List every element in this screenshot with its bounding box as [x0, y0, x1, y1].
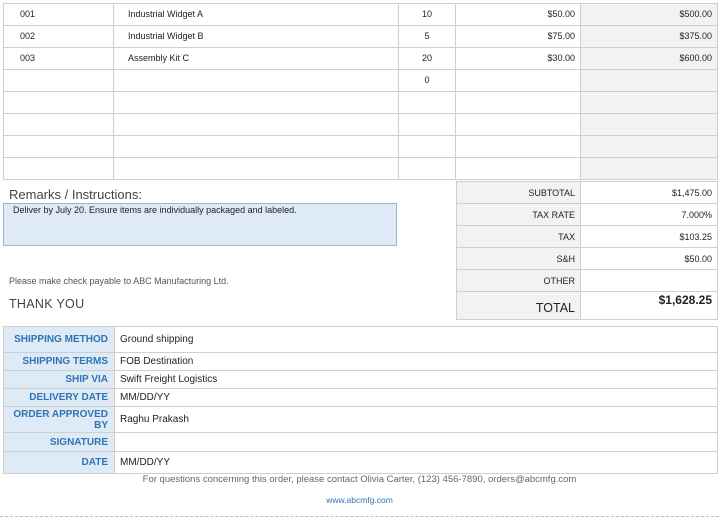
- quantity-cell[interactable]: [398, 91, 456, 114]
- date-value[interactable]: MM/DD/YY: [114, 451, 718, 474]
- ship-via-label: SHIP VIA: [3, 370, 115, 389]
- quantity-cell[interactable]: [398, 113, 456, 136]
- unit-price-cell[interactable]: [455, 157, 581, 180]
- delivery-date-row: DELIVERY DATE MM/DD/YY: [3, 388, 718, 407]
- quantity-cell[interactable]: 5: [398, 25, 456, 48]
- order-approved-value[interactable]: Raghu Prakash: [114, 406, 718, 433]
- line-items-table: 001 Industrial Widget A 10 $50.00 $500.00 002…: [3, 3, 718, 180]
- table-row: 002 Industrial Widget B 5 $75.00 $375.00: [3, 25, 718, 48]
- ship-via-value[interactable]: Swift Freight Logistics: [114, 370, 718, 389]
- signature-label: SIGNATURE: [3, 432, 115, 452]
- tax-rate-row: TAX RATE 7.000%: [456, 203, 718, 226]
- tax-label: TAX: [456, 225, 581, 248]
- item-number-cell[interactable]: [3, 91, 114, 114]
- sh-row: S&H $50.00: [456, 247, 718, 270]
- signature-value[interactable]: [114, 432, 718, 452]
- item-number-cell[interactable]: [3, 157, 114, 180]
- total-label: TOTAL: [456, 291, 581, 320]
- tax-rate-value[interactable]: 7.000%: [580, 203, 718, 226]
- line-total-cell: [580, 91, 718, 114]
- line-total-cell: $375.00: [580, 25, 718, 48]
- totals-table: SUBTOTAL $1,475.00 TAX RATE 7.000% TAX $…: [456, 181, 718, 320]
- total-value: $1,628.25: [580, 291, 718, 320]
- description-cell[interactable]: [113, 113, 399, 136]
- item-number-cell[interactable]: [3, 113, 114, 136]
- delivery-date-value[interactable]: MM/DD/YY: [114, 388, 718, 407]
- tax-rate-label: TAX RATE: [456, 203, 581, 226]
- item-number-cell[interactable]: [3, 135, 114, 158]
- ship-via-row: SHIP VIA Swift Freight Logistics: [3, 370, 718, 389]
- delivery-date-label: DELIVERY DATE: [3, 388, 115, 407]
- shipping-terms-label: SHIPPING TERMS: [3, 352, 115, 371]
- total-row: TOTAL $1,628.25: [456, 291, 718, 320]
- date-row: DATE MM/DD/YY: [3, 451, 718, 474]
- unit-price-cell[interactable]: [455, 113, 581, 136]
- table-row: [3, 113, 718, 136]
- item-number-cell[interactable]: 001: [3, 3, 114, 26]
- date-label: DATE: [3, 451, 115, 474]
- signature-row: SIGNATURE: [3, 432, 718, 452]
- quantity-cell[interactable]: [398, 135, 456, 158]
- description-cell[interactable]: Industrial Widget A: [113, 3, 399, 26]
- quantity-cell[interactable]: 20: [398, 47, 456, 70]
- line-total-cell: [580, 113, 718, 136]
- subtotal-value: $1,475.00: [580, 181, 718, 204]
- shipping-method-label: SHIPPING METHOD: [3, 326, 115, 353]
- description-cell[interactable]: [113, 69, 399, 92]
- other-label: OTHER: [456, 269, 581, 292]
- website-link[interactable]: www.abcmfg.com: [0, 495, 719, 505]
- line-items-body: 001 Industrial Widget A 10 $50.00 $500.00 002…: [3, 3, 718, 180]
- item-number-cell[interactable]: [3, 69, 114, 92]
- sh-label: S&H: [456, 247, 581, 270]
- table-row: 0: [3, 69, 718, 92]
- unit-price-cell[interactable]: $50.00: [455, 3, 581, 26]
- line-total-cell: [580, 69, 718, 92]
- check-payable-note: Please make check payable to ABC Manufac…: [9, 276, 229, 286]
- remarks-field[interactable]: Deliver by July 20. Ensure items are ind…: [3, 203, 397, 246]
- quantity-cell[interactable]: 0: [398, 69, 456, 92]
- tax-value: $103.25: [580, 225, 718, 248]
- other-value[interactable]: [580, 269, 718, 292]
- line-total-cell: [580, 157, 718, 180]
- line-total-cell: $600.00: [580, 47, 718, 70]
- subtotal-row: SUBTOTAL $1,475.00: [456, 181, 718, 204]
- description-cell[interactable]: Industrial Widget B: [113, 25, 399, 48]
- order-approved-label: ORDER APPROVED BY: [3, 406, 115, 433]
- unit-price-cell[interactable]: $75.00: [455, 25, 581, 48]
- other-row: OTHER: [456, 269, 718, 292]
- shipping-terms-row: SHIPPING TERMS FOB Destination: [3, 352, 718, 371]
- remarks-title: Remarks / Instructions:: [9, 187, 142, 202]
- sh-value[interactable]: $50.00: [580, 247, 718, 270]
- quantity-cell[interactable]: 10: [398, 3, 456, 26]
- shipping-terms-value[interactable]: FOB Destination: [114, 352, 718, 371]
- description-cell[interactable]: [113, 91, 399, 114]
- quantity-cell[interactable]: [398, 157, 456, 180]
- unit-price-cell[interactable]: [455, 135, 581, 158]
- description-cell[interactable]: Assembly Kit C: [113, 47, 399, 70]
- thank-you-text: THANK YOU: [9, 297, 85, 311]
- shipping-method-value[interactable]: Ground shipping: [114, 326, 718, 353]
- table-row: [3, 157, 718, 180]
- description-cell[interactable]: [113, 157, 399, 180]
- unit-price-cell[interactable]: [455, 91, 581, 114]
- unit-price-cell[interactable]: $30.00: [455, 47, 581, 70]
- shipping-method-row: SHIPPING METHOD Ground shipping: [3, 326, 718, 353]
- table-row: 003 Assembly Kit C 20 $30.00 $600.00: [3, 47, 718, 70]
- table-row: 001 Industrial Widget A 10 $50.00 $500.00: [3, 3, 718, 26]
- table-row: [3, 91, 718, 114]
- item-number-cell[interactable]: 002: [3, 25, 114, 48]
- unit-price-cell[interactable]: [455, 69, 581, 92]
- tax-row: TAX $103.25: [456, 225, 718, 248]
- line-total-cell: [580, 135, 718, 158]
- line-total-cell: $500.00: [580, 3, 718, 26]
- subtotal-label: SUBTOTAL: [456, 181, 581, 204]
- table-row: [3, 135, 718, 158]
- order-approved-row: ORDER APPROVED BY Raghu Prakash: [3, 406, 718, 433]
- item-number-cell[interactable]: 003: [3, 47, 114, 70]
- contact-text: For questions concerning this order, ple…: [142, 474, 577, 485]
- shipping-table: SHIPPING METHOD Ground shipping SHIPPING…: [3, 326, 718, 474]
- cut-line: [0, 516, 719, 517]
- description-cell[interactable]: [113, 135, 399, 158]
